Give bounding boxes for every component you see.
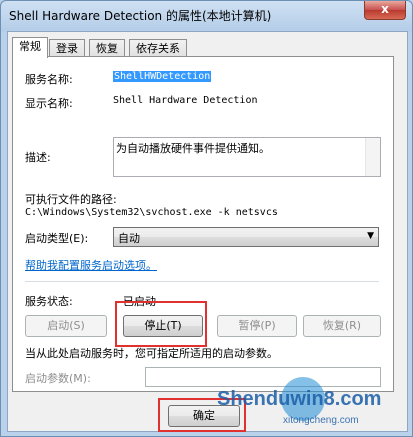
help-config-link[interactable]: 帮助我配置服务启动选项。 [25,257,157,273]
start-button[interactable]: 启动(S) [25,315,107,337]
close-icon: x [381,2,389,16]
description-scrollbar[interactable] [365,138,380,176]
hint-text: 当从此处启动服务时，您可指定所适用的启动参数。 [25,347,278,360]
separator [25,281,379,282]
service-name-value[interactable]: ShellHWDetection [113,71,212,82]
watermark-sub: xitongcheng.com [283,415,359,426]
service-status-label: 服务状态: [25,295,73,308]
startup-type-value: 自动 [118,232,140,245]
pause-button[interactable]: 暂停(P) [217,315,297,337]
close-button[interactable]: x [364,1,406,20]
resume-button[interactable]: 恢复(R) [303,315,381,337]
tab-recovery[interactable]: 恢复 [89,39,125,57]
stop-highlight-box [115,301,207,347]
description-label: 描述: [25,151,51,164]
window-title: Shell Hardware Detection 的属性(本地计算机) [9,9,272,23]
dialog-client: 常规 登录 恢复 依存关系 服务名称: ShellHWDetection 显示名… [7,31,408,432]
tab-dependencies[interactable]: 依存关系 [129,39,187,57]
title-bar[interactable]: Shell Hardware Detection 的属性(本地计算机) x [1,1,412,29]
chevron-down-icon: ▼ [367,231,374,241]
start-params-label: 启动参数(M): [25,372,91,385]
properties-window: Shell Hardware Detection 的属性(本地计算机) x 常规… [0,0,413,437]
tab-logon[interactable]: 登录 [49,39,85,57]
display-name-value[interactable]: Shell Hardware Detection [113,95,258,106]
ok-highlight-box [158,398,246,432]
exec-path-value[interactable]: C:\Windows\System32\svchost.exe -k netsv… [25,207,278,218]
general-panel: 服务名称: ShellHWDetection 显示名称: Shell Hardw… [12,56,394,392]
service-name-label: 服务名称: [25,73,73,86]
description-box[interactable]: 为自动播放硬件事件提供通知。 [113,137,381,177]
startup-type-select[interactable]: 自动 ▼ [113,227,379,247]
start-params-input[interactable] [145,367,381,387]
exec-path-label: 可执行文件的路径: [25,193,117,206]
display-name-label: 显示名称: [25,97,73,110]
startup-type-label: 启动类型(E): [25,232,89,245]
description-text: 为自动播放硬件事件提供通知。 [116,142,270,155]
tab-general[interactable]: 常规 [12,37,48,58]
